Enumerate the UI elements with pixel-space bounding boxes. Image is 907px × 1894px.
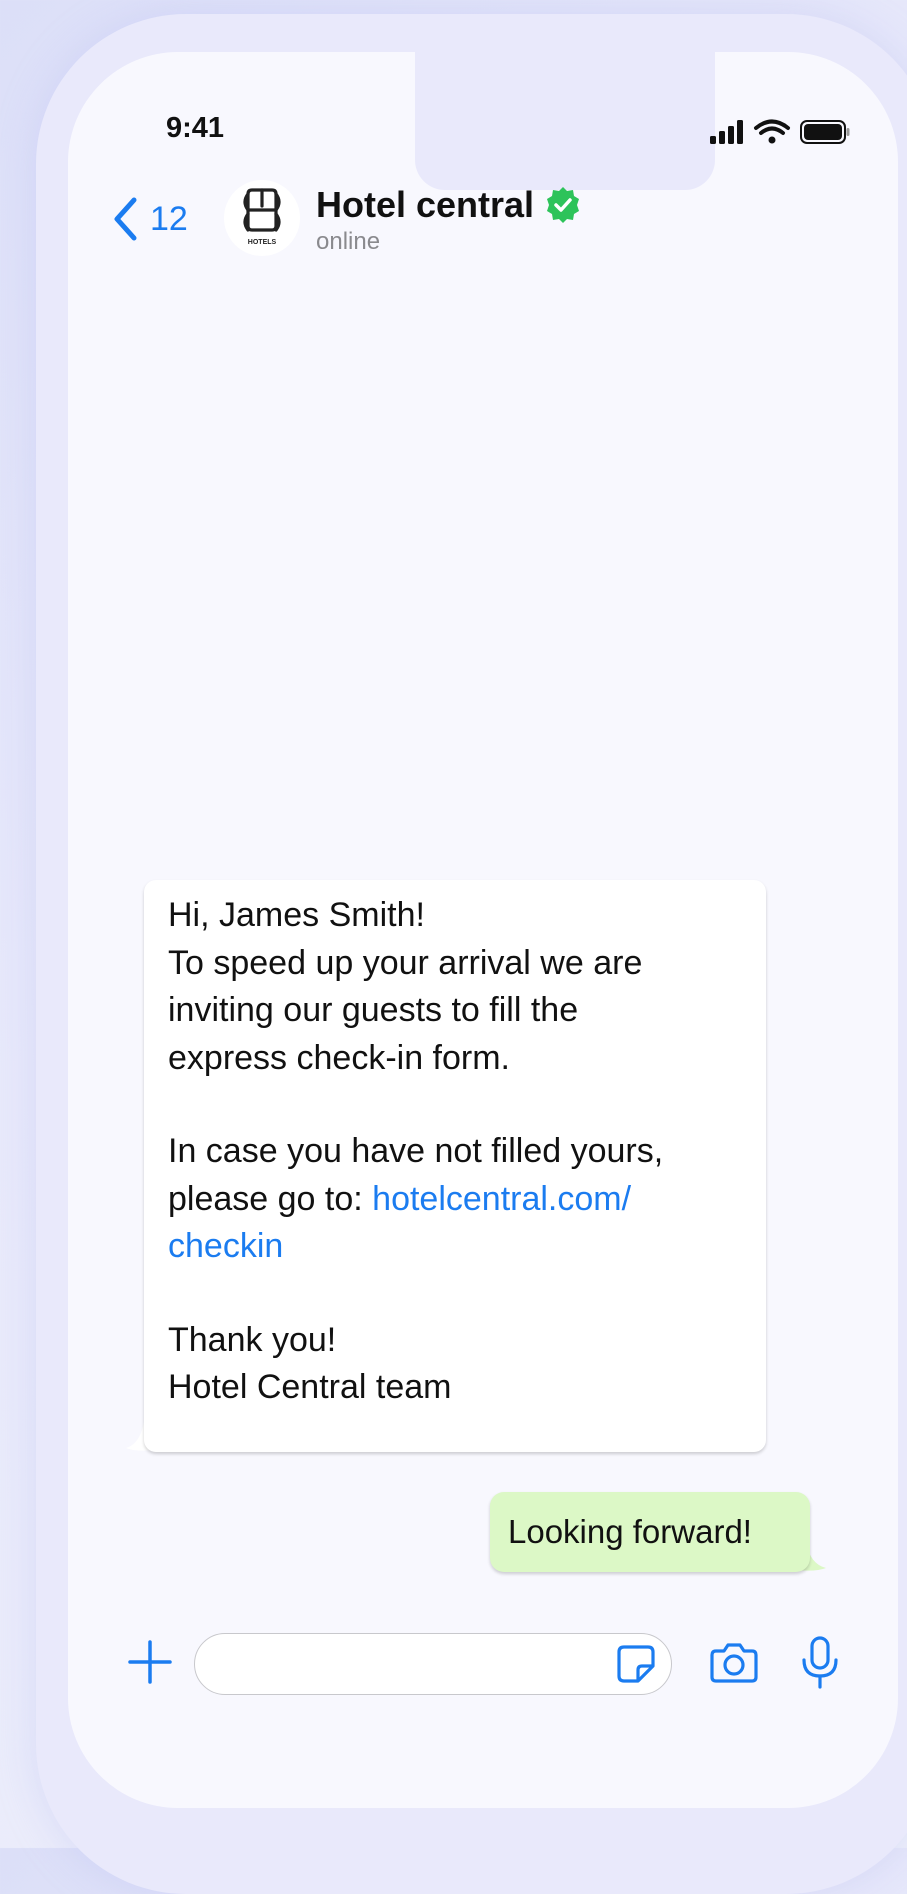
incoming-message[interactable]: Hi, James Smith! To speed up your arriva… (144, 880, 766, 1452)
message-line: Hotel Central team (168, 1368, 452, 1406)
avatar-text: HOTELS (248, 239, 277, 246)
back-button[interactable]: 12 (112, 194, 188, 244)
camera-icon[interactable] (710, 1642, 758, 1684)
checkin-link[interactable]: hotelcentral.com/ (372, 1180, 631, 1218)
plus-icon[interactable] (128, 1640, 172, 1684)
message-line: please go to: hotelcentral.com/ (168, 1176, 742, 1224)
contact-status: online (316, 228, 381, 255)
avatar[interactable]: HOTELS (224, 180, 300, 256)
message-text: please go to: (168, 1179, 373, 1218)
status-icons (710, 119, 850, 144)
status-time: 9:41 (166, 112, 225, 144)
sticker-icon[interactable] (616, 1644, 656, 1684)
message-line: To speed up your arrival we are (168, 943, 643, 982)
message-input[interactable] (215, 1642, 589, 1688)
message-line: Thank you! (168, 1320, 337, 1359)
microphone-icon[interactable] (800, 1636, 840, 1690)
message-line: In case you have not filled yours, (168, 1132, 664, 1170)
chevron-left-icon (114, 197, 137, 241)
verified-badge-icon (547, 187, 580, 223)
signal-icon (710, 120, 743, 144)
battery-icon (800, 120, 850, 144)
message-line: inviting our guests to fill the (168, 991, 579, 1029)
contact-name-text: Hotel central (316, 184, 535, 225)
wifi-icon (754, 119, 790, 144)
message-line: checkin (168, 1223, 742, 1271)
checkin-link-continued[interactable]: checkin (168, 1227, 283, 1265)
message-line: express check-in form. (168, 1038, 510, 1077)
contact-name[interactable]: Hotel central (316, 184, 582, 226)
outgoing-message-text: Looking forward! (508, 1513, 752, 1550)
message-line: Hi, James Smith! (168, 896, 425, 934)
device-notch (415, 52, 715, 190)
hotel-logo-icon: HOTELS (243, 188, 281, 246)
unread-count: 12 (150, 199, 188, 238)
outgoing-message[interactable]: Looking forward! (490, 1492, 810, 1572)
message-input-field[interactable] (194, 1633, 672, 1695)
